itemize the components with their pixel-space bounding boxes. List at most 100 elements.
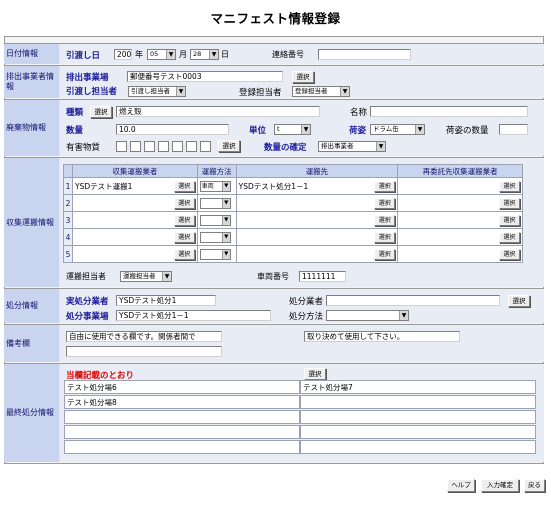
hazard-box[interactable]	[200, 141, 211, 152]
hazard-box[interactable]	[186, 141, 197, 152]
subcontract-cell[interactable]: 選択	[397, 245, 523, 263]
hazard-box[interactable]	[130, 141, 141, 152]
destination-select-button[interactable]: 選択	[374, 181, 396, 192]
carrier-select-button[interactable]: 選択	[173, 215, 195, 226]
note-input-2[interactable]	[66, 346, 222, 357]
method-select[interactable]: ▼	[199, 249, 231, 260]
unit-select[interactable]: t ▼	[274, 124, 311, 135]
waste-type-select-button[interactable]: 選択	[90, 106, 112, 118]
disposal-site-input[interactable]: YSDテスト処分1－1	[116, 310, 271, 321]
carrier-select-button[interactable]: 選択	[173, 232, 195, 243]
subcontract-select-button[interactable]: 選択	[499, 181, 520, 192]
contact-number-input[interactable]	[318, 49, 411, 60]
destination-cell[interactable]: 選択	[235, 245, 399, 263]
processor-input[interactable]	[326, 295, 500, 306]
disposal-method-select[interactable]: ▼	[326, 310, 409, 321]
confirm-button[interactable]: 入力確定	[481, 479, 519, 492]
handover-person-select[interactable]: 引渡し担当者 ▼	[128, 86, 186, 97]
processor-select-button[interactable]: 選択	[508, 295, 530, 307]
subcontract-select-button[interactable]: 選択	[499, 198, 520, 209]
transport-table: 収集運搬業者 運搬方法 運搬先 再委託先収集運搬業者 1 YSDテスト運搬1 選択…	[63, 164, 523, 263]
waste-type-label: 種類	[66, 108, 84, 118]
note-input-1[interactable]: 自由に使用できる欄です。関係者間で	[66, 331, 222, 342]
registered-person-select[interactable]: 登録担当者 ▼	[292, 86, 350, 97]
carrier-cell[interactable]: 選択	[71, 228, 198, 246]
packing-select[interactable]: ドラム缶 ▼	[370, 124, 425, 135]
carrier-select-button[interactable]: 選択	[173, 249, 195, 260]
carrier-select-button[interactable]: 選択	[173, 181, 195, 192]
packing-quantity-label: 荷姿の数量	[446, 126, 489, 136]
transport-person-select[interactable]: 運搬担当者 ▼	[120, 271, 172, 282]
note-input-3[interactable]: 取り決めて使用して下さい。	[304, 331, 460, 342]
final-section-label: 最終処分情報	[4, 364, 59, 462]
help-button[interactable]: ヘルプ	[447, 479, 475, 492]
final-site-value: テスト処分場6	[67, 383, 117, 392]
date-section-label: 日付情報	[4, 44, 59, 64]
carrier-select-button[interactable]: 選択	[173, 198, 195, 209]
row-number: 2	[63, 194, 73, 212]
disposal-section-label: 処分情報	[4, 289, 59, 323]
subcontract-cell[interactable]: 選択	[397, 228, 523, 246]
final-site-cell[interactable]: テスト処分場6	[64, 380, 300, 394]
final-site-cell[interactable]	[300, 440, 536, 454]
emitter-select-button[interactable]: 選択	[292, 71, 314, 83]
chevron-down-icon: ▼	[176, 87, 185, 96]
hazard-select-button[interactable]: 選択	[218, 140, 240, 152]
method-select[interactable]: ▼	[199, 198, 231, 209]
subcontract-cell[interactable]: 選択	[397, 211, 523, 229]
final-site-cell[interactable]	[300, 425, 536, 439]
disposal-company-input[interactable]: YSDテスト処分1	[116, 295, 216, 306]
hazard-box[interactable]	[158, 141, 169, 152]
method-select[interactable]: ▼	[199, 215, 231, 226]
waste-section-label: 廃棄物情報	[4, 100, 59, 156]
disposal-section: 処分情報 実処分業者 YSDテスト処分1 処分事業場 YSDテスト処分1－1 処…	[4, 288, 544, 323]
method-select[interactable]: 車両 ▼	[199, 181, 231, 192]
subcontract-select-button[interactable]: 選択	[499, 215, 520, 226]
table-row: 5 選択 ▼ 選択 選択	[63, 245, 523, 263]
row-number: 5	[63, 245, 73, 263]
destination-cell[interactable]: 選択	[235, 194, 399, 212]
quantity-input[interactable]: 10.0	[116, 124, 229, 135]
final-site-cell[interactable]: テスト処分場8	[64, 395, 300, 409]
destination-select-button[interactable]: 選択	[374, 198, 396, 209]
destination-select-button[interactable]: 選択	[374, 232, 396, 243]
final-site-cell[interactable]	[300, 410, 536, 424]
destination-select-button[interactable]: 選択	[374, 215, 396, 226]
hazard-box[interactable]	[116, 141, 127, 152]
quantity-confirm-select[interactable]: 排出事業者 ▼	[318, 141, 386, 152]
carrier-cell[interactable]: 選択	[71, 211, 198, 229]
day-select[interactable]: 28 ▼	[190, 49, 219, 60]
method-select[interactable]: ▼	[199, 232, 231, 243]
final-site-cell[interactable]: テスト処分場7	[300, 380, 536, 394]
subcontract-select-button[interactable]: 選択	[499, 249, 520, 260]
contact-number-label: 連絡番号	[272, 50, 304, 59]
final-select-button[interactable]: 選択	[304, 368, 326, 380]
final-site-cell[interactable]	[64, 410, 300, 424]
subcontract-cell[interactable]: 選択	[397, 194, 523, 212]
month-select[interactable]: 05 ▼	[147, 49, 176, 60]
subcontract-select-button[interactable]: 選択	[499, 232, 520, 243]
year-input[interactable]: 2002	[114, 49, 132, 60]
final-site-cell[interactable]	[64, 425, 300, 439]
final-site-cell[interactable]	[300, 395, 536, 409]
carrier-cell[interactable]: YSDテスト運搬1 選択	[71, 177, 198, 195]
carrier-cell[interactable]: 選択	[71, 245, 198, 263]
final-site-cell[interactable]	[64, 440, 300, 454]
emitter-site-input[interactable]: 郵便番号テスト0003	[127, 71, 283, 82]
chevron-down-icon: ▼	[340, 87, 349, 96]
back-button[interactable]: 戻る	[524, 479, 545, 492]
vehicle-number-input[interactable]: 1111111	[299, 271, 346, 282]
destination-cell[interactable]: 選択	[235, 228, 399, 246]
destination-select-button[interactable]: 選択	[374, 249, 396, 260]
waste-type-input[interactable]: 燃え殻	[116, 106, 320, 117]
hazard-box[interactable]	[172, 141, 183, 152]
carrier-cell[interactable]: 選択	[71, 194, 198, 212]
hazard-box[interactable]	[144, 141, 155, 152]
destination-cell[interactable]: 選択	[235, 211, 399, 229]
registered-person-label: 登録担当者	[239, 88, 282, 98]
destination-cell[interactable]: YSDテスト処分1－1 選択	[235, 177, 399, 195]
waste-name-input[interactable]	[370, 106, 528, 117]
disposal-company-label: 実処分業者	[66, 297, 109, 307]
subcontract-cell[interactable]: 選択	[397, 177, 523, 195]
packing-quantity-input[interactable]	[499, 124, 528, 135]
